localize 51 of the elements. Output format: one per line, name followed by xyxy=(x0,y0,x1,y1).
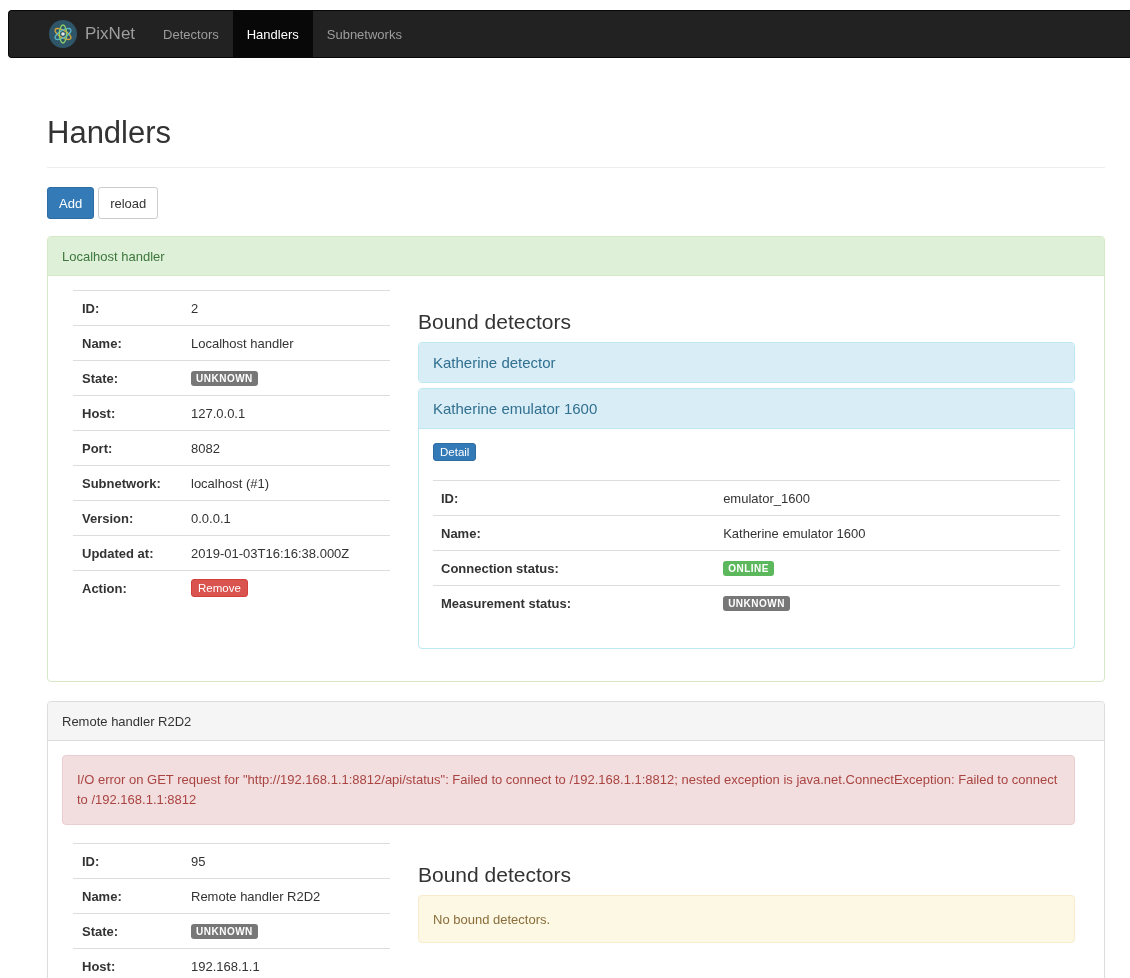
remove-button[interactable]: Remove xyxy=(191,579,248,597)
field-label: Port: xyxy=(73,430,182,466)
nav-tab[interactable]: Subnetworks xyxy=(312,11,416,57)
field-value: 0.0.0.1 xyxy=(191,510,231,526)
field-label: ID: xyxy=(73,843,182,879)
field-value: Localhost handler xyxy=(191,335,294,351)
brand-name[interactable]: PixNet xyxy=(85,24,136,44)
page-title: Handlers xyxy=(47,115,1105,168)
field-label: Host: xyxy=(73,948,182,978)
field-label: Subnetwork: xyxy=(73,465,182,501)
handler-title: Remote handler R2D2 xyxy=(48,702,1104,741)
field-label: ID: xyxy=(433,480,716,516)
section-heading: Bound detectors xyxy=(418,863,572,887)
field-value: emulator_1600 xyxy=(723,490,810,506)
field-label: Action: xyxy=(73,570,182,605)
field-value: 95 xyxy=(191,853,206,869)
field-label: Name: xyxy=(433,515,716,551)
field-value: localhost (#1) xyxy=(191,475,270,491)
field-value: Remote handler R2D2 xyxy=(191,888,321,904)
field-label: Name: xyxy=(73,878,182,914)
field-label: Version: xyxy=(73,500,182,536)
status-badge: UNKNOWN xyxy=(191,924,258,939)
status-badge: ONLINE xyxy=(723,561,774,576)
field-value: 8082 xyxy=(191,440,220,456)
field-label: State: xyxy=(73,360,182,396)
detail-button[interactable]: Detail xyxy=(433,443,477,461)
status-badge: UNKNOWN xyxy=(191,371,258,386)
nav-tab[interactable]: Detectors xyxy=(149,11,233,57)
field-value: 2 xyxy=(191,300,199,316)
field-value: 2019-01-03T16:16:38.000Z xyxy=(191,545,350,561)
atom-logo-icon xyxy=(49,20,77,48)
error-alert: I/O error on GET request for "http://192.168.1.1:8812/api/status": Failed to connect to /192.168.1.1:8812; nested exception is java.net.ConnectException: Failed to connect to /192.168.1.1:8812 xyxy=(62,755,1075,825)
field-label: State: xyxy=(73,913,182,949)
handler-title: Localhost handler xyxy=(48,237,1104,276)
field-value: 192.168.1.1 xyxy=(191,958,260,974)
add-button[interactable]: Add xyxy=(47,187,95,219)
field-label: Host: xyxy=(73,395,182,431)
field-label: Updated at: xyxy=(73,535,182,571)
status-badge: UNKNOWN xyxy=(723,596,790,611)
reload-button[interactable]: reload xyxy=(98,187,159,219)
field-label: ID: xyxy=(73,290,182,326)
field-value: 127.0.0.1 xyxy=(191,405,246,421)
empty-alert: No bound detectors. xyxy=(418,895,1075,943)
field-label: Connection status: xyxy=(433,550,716,586)
detector-title[interactable]: Katherine emulator 1600 xyxy=(419,389,1074,429)
nav-tab[interactable]: Handlers xyxy=(232,11,313,57)
detector-title[interactable]: Katherine detector xyxy=(419,343,1074,382)
field-label: Measurement status: xyxy=(433,585,716,620)
field-label: Name: xyxy=(73,325,182,361)
section-heading: Bound detectors xyxy=(418,310,572,334)
field-value: Katherine emulator 1600 xyxy=(723,525,866,541)
